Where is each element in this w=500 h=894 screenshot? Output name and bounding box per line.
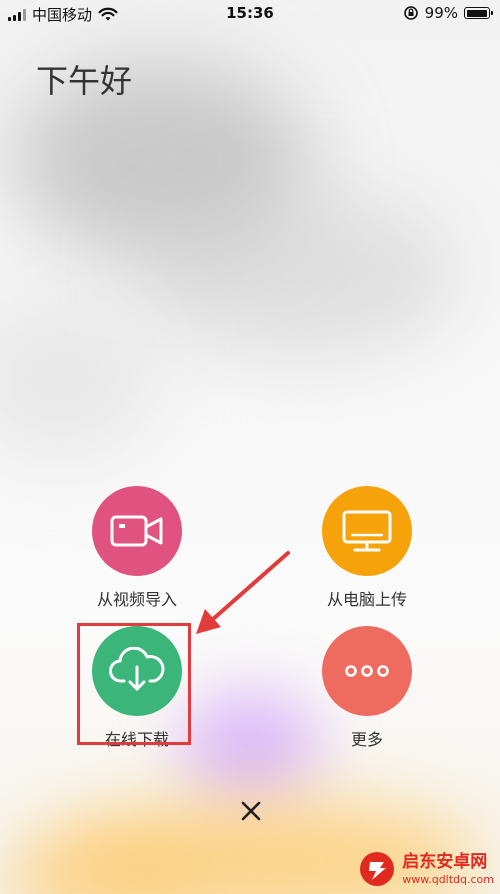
watermark-url: www.qdltdq.com (402, 872, 494, 886)
red-arrow-annotation (196, 551, 290, 634)
watermark: 启东安卓网 www.qdltdq.com (358, 850, 494, 888)
close-icon (241, 801, 261, 821)
close-button[interactable] (236, 796, 266, 826)
watermark-logo-icon (360, 852, 395, 886)
watermark-title: 启东安卓网 (402, 851, 488, 872)
